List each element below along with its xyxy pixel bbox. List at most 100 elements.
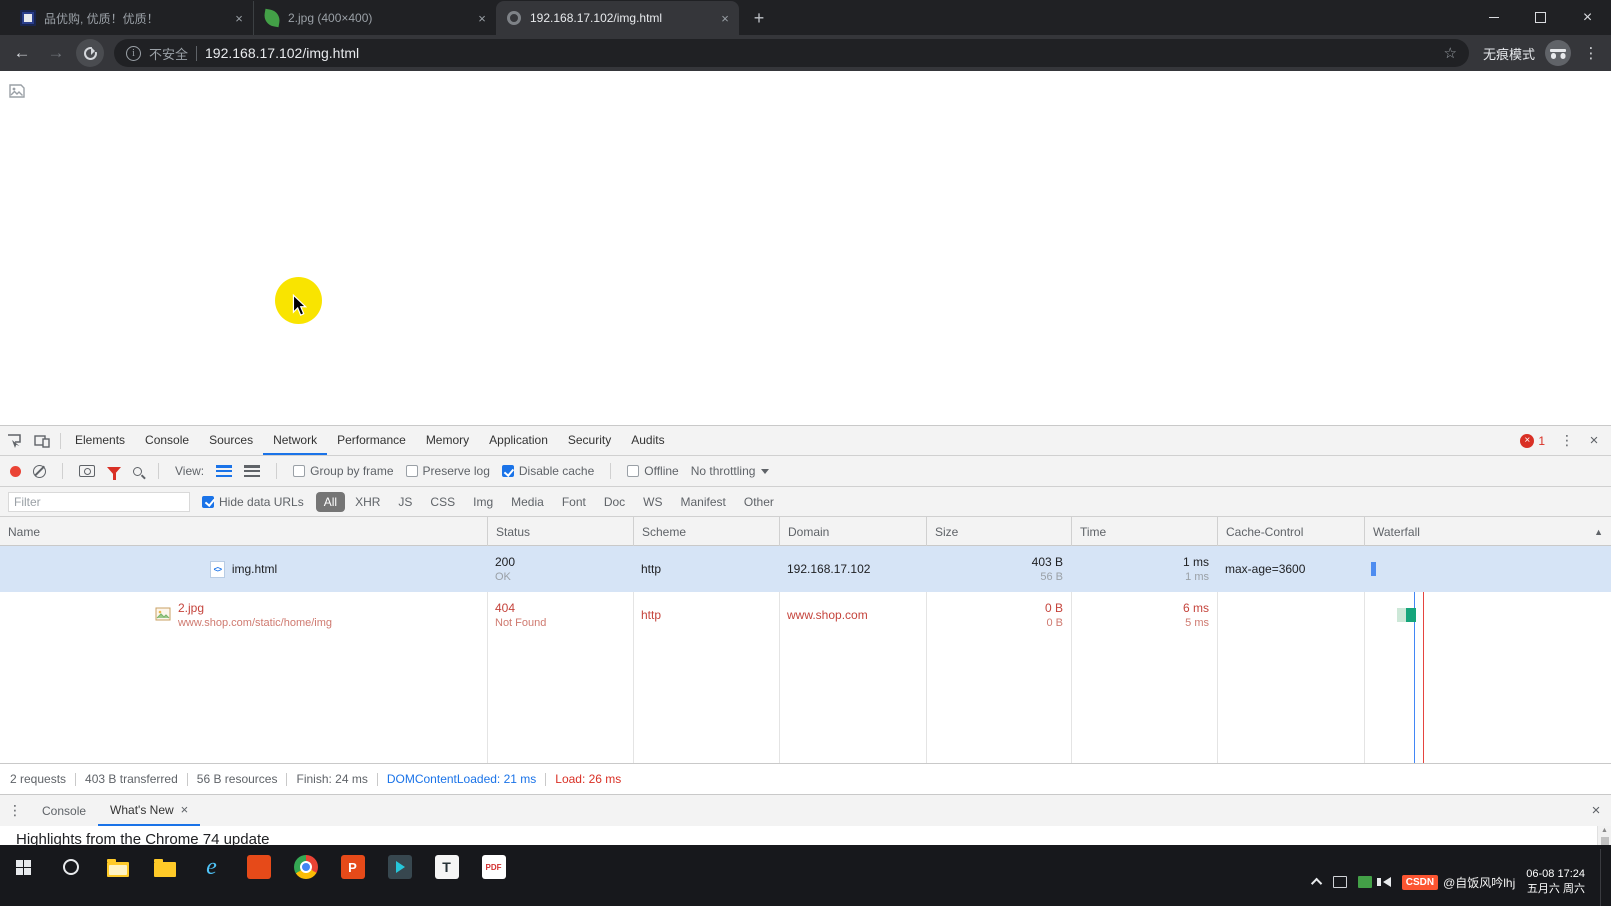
file-explorer-button[interactable] [94,850,141,884]
filter-pill-img[interactable]: Img [465,492,501,512]
scrollbar-thumb[interactable] [1601,837,1609,845]
filter-pill-ws[interactable]: WS [635,492,670,512]
devtools-menu-icon[interactable] [1555,432,1579,449]
sort-ascending-icon [1594,527,1603,537]
media-player-button[interactable] [376,850,423,884]
throttling-dropdown[interactable]: No throttling [691,464,770,478]
group-by-frame-checkbox[interactable]: Group by frame [293,464,393,478]
volume-icon[interactable] [1383,877,1391,887]
tab-close-icon[interactable] [717,10,733,26]
close-icon[interactable] [181,795,189,825]
forward-button[interactable] [42,39,70,67]
bookmark-star-icon[interactable] [1444,44,1457,62]
overview-view-icon[interactable] [244,465,260,477]
network-table-header: Name Status Scheme Domain Size Time Cach… [0,517,1611,546]
filter-pill-xhr[interactable]: XHR [347,492,388,512]
filter-pill-font[interactable]: Font [554,492,594,512]
column-header-domain[interactable]: Domain [779,517,926,546]
office-app-button[interactable]: P [329,850,376,884]
security-label: 不安全 [149,44,188,63]
record-button[interactable] [10,466,21,477]
tab-memory[interactable]: Memory [416,426,479,455]
internet-explorer-icon: e [206,855,217,879]
clear-icon[interactable] [33,465,46,478]
search-button[interactable] [47,850,94,884]
drawer-tab-whats-new[interactable]: What's New [98,795,200,826]
site-info-icon[interactable] [126,46,141,61]
browser-tab-img-html[interactable]: 192.168.17.102/img.html [496,1,739,35]
column-header-cache-control[interactable]: Cache-Control [1217,517,1364,546]
request-row-2jpg[interactable]: 2.jpg www.shop.com/static/home/img 404 N… [0,592,1611,638]
office-icon: P [341,855,365,879]
drawer-close-icon[interactable] [1581,802,1611,819]
filter-pill-doc[interactable]: Doc [596,492,633,512]
filter-pill-media[interactable]: Media [503,492,552,512]
offline-checkbox[interactable]: Offline [627,464,678,478]
tab-close-icon[interactable] [231,10,247,26]
browser-tab-pinyougou[interactable]: 品优购, 优质！优质！ [10,1,253,35]
ie-browser-button[interactable]: e [188,850,235,884]
image-viewer-button[interactable] [235,850,282,884]
filter-pill-other[interactable]: Other [736,492,782,512]
preserve-log-checkbox[interactable]: Preserve log [406,464,490,478]
display-tray-icon[interactable] [1333,876,1347,888]
drawer-tab-console[interactable]: Console [30,795,98,826]
pdf-reader-button[interactable]: PDF [470,850,517,884]
tab-audits[interactable]: Audits [621,426,674,455]
filter-funnel-icon[interactable] [107,467,121,475]
back-button[interactable] [8,39,36,67]
hide-data-urls-checkbox[interactable]: Hide data URLs [202,495,304,509]
minimize-button[interactable] [1470,0,1517,35]
devtools-close-icon[interactable] [1581,432,1607,449]
chrome-browser-button[interactable] [282,850,329,884]
browser-tab-image[interactable]: 2.jpg (400×400) [253,1,496,35]
filter-pill-all[interactable]: All [316,492,345,512]
show-desktop-button[interactable] [1600,849,1605,906]
tab-close-icon[interactable] [474,10,490,26]
clock-time: 06-08 17:24 [1526,868,1585,880]
column-header-time[interactable]: Time [1071,517,1217,546]
column-header-name[interactable]: Name [0,517,487,546]
error-badge[interactable]: 1 [1520,434,1545,448]
filter-pill-manifest[interactable]: Manifest [673,492,734,512]
disable-cache-checkbox[interactable]: Disable cache [502,464,594,478]
url-text[interactable]: 192.168.17.102/img.html [205,45,359,61]
start-button[interactable] [0,850,47,884]
maximize-button[interactable] [1517,0,1564,35]
text-editor-button[interactable]: T [423,850,470,884]
column-header-size[interactable]: Size [926,517,1071,546]
tab-sources[interactable]: Sources [199,426,263,455]
reload-button[interactable] [76,39,104,67]
search-icon[interactable] [133,467,142,476]
address-bar[interactable]: 不安全 192.168.17.102/img.html [114,39,1469,67]
filter-pill-js[interactable]: JS [390,492,420,512]
screenshot-capture-icon[interactable] [79,465,95,477]
scrollbar[interactable] [1597,826,1611,846]
request-row-img-html[interactable]: img.html 200 OK http 192.168.17.102 403 … [0,546,1611,592]
tab-console[interactable]: Console [135,426,199,455]
filter-pill-css[interactable]: CSS [422,492,463,512]
column-header-waterfall[interactable]: Waterfall [1364,517,1611,546]
tab-security[interactable]: Security [558,426,621,455]
drawer-menu-icon[interactable] [0,802,30,819]
device-toolbar-icon[interactable] [28,426,56,455]
tab-elements[interactable]: Elements [65,426,135,455]
time-total: 6 ms [1183,601,1209,615]
tray-expand-icon[interactable] [1311,878,1322,889]
incognito-avatar-icon[interactable] [1545,40,1571,66]
app-tray-icon[interactable] [1358,876,1372,888]
inspect-element-icon[interactable] [0,426,28,455]
tab-performance[interactable]: Performance [327,426,416,455]
new-tab-button[interactable] [745,4,773,32]
column-header-status[interactable]: Status [487,517,633,546]
column-header-scheme[interactable]: Scheme [633,517,779,546]
tab-network[interactable]: Network [263,426,327,455]
screen: 品优购, 优质！优质！ 2.jpg (400×400) 192.168.17.1… [0,0,1611,906]
photos-app-button[interactable] [141,850,188,884]
large-rows-view-icon[interactable] [216,465,232,477]
tab-application[interactable]: Application [479,426,558,455]
network-filter-input[interactable] [8,492,190,512]
browser-menu-icon[interactable] [1579,39,1603,67]
taskbar-clock[interactable]: 06-08 17:24 五月六 周六 [1526,867,1585,897]
close-window-button[interactable] [1564,0,1611,35]
